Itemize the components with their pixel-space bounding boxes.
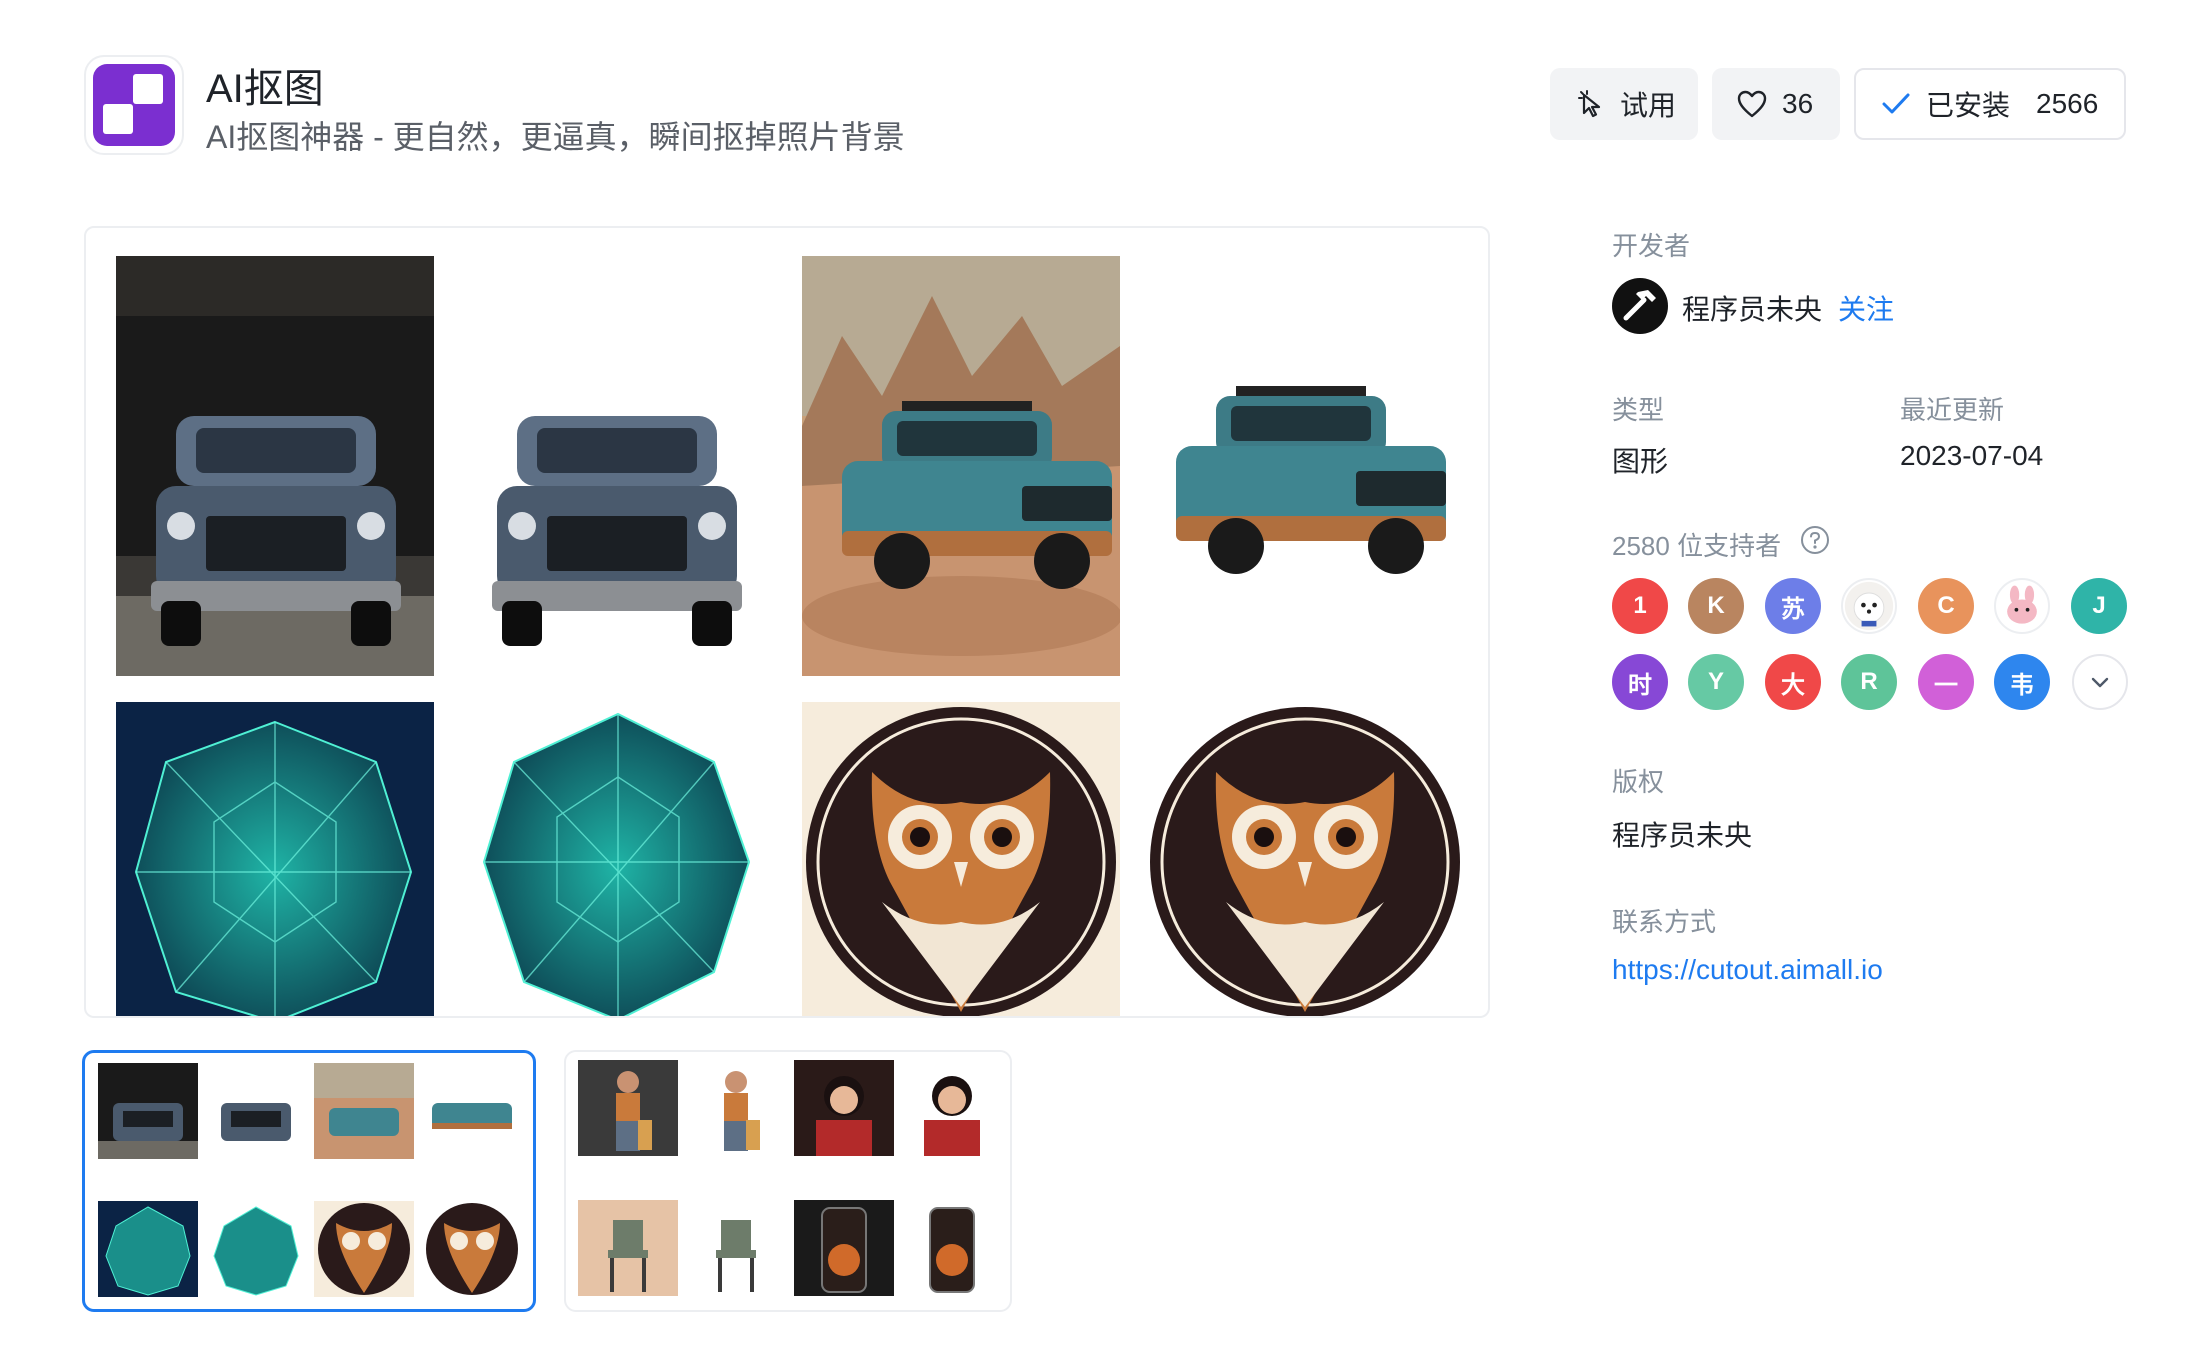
preview-image-crystal-cutout — [459, 702, 777, 1016]
installed-button[interactable]: 已安装 2566 — [1854, 68, 2126, 140]
preview-image-suv-cutout — [459, 256, 777, 676]
thumb-phone-original — [794, 1200, 894, 1296]
app-icon — [84, 55, 184, 155]
updated-label: 最近更新 — [1900, 395, 2005, 425]
follow-button[interactable]: 关注 — [1838, 288, 1894, 328]
installed-label: 已安装 — [1926, 90, 2011, 121]
cutout-app-icon — [93, 64, 175, 146]
thumb-phone-cutout — [902, 1200, 1002, 1296]
copyright-label: 版权 — [1612, 767, 1665, 797]
contact-link[interactable]: https://cutout.aimall.io — [1612, 954, 1883, 986]
preview-gallery — [84, 226, 1490, 1018]
updated-value: 2023-07-04 — [1900, 440, 2044, 471]
like-count: 36 — [1782, 88, 1814, 119]
try-button[interactable]: 试用 — [1550, 68, 1698, 140]
heart-icon — [1737, 90, 1767, 118]
thumb-owl-cutout — [422, 1201, 522, 1297]
contact-label: 联系方式 — [1612, 907, 1717, 937]
supporters-label: 2580 位支持者 — [1612, 531, 1782, 561]
supporter-avatar-dog[interactable] — [1841, 578, 1897, 634]
supporter-avatar[interactable]: 1 — [1612, 578, 1668, 634]
thumb-boy-cutout — [686, 1060, 786, 1156]
rabbit-avatar-icon — [1997, 581, 2047, 631]
supporter-avatar[interactable]: C — [1918, 578, 1974, 634]
preview-image-suv-original — [116, 256, 434, 676]
help-icon[interactable] — [1800, 525, 1830, 555]
thumb-wagon-cutout — [422, 1063, 522, 1159]
supporter-avatar-rabbit[interactable] — [1994, 578, 2050, 634]
supporter-avatar[interactable]: 时 — [1612, 654, 1668, 710]
thumb-chair-original — [578, 1200, 678, 1296]
developer-label: 开发者 — [1612, 231, 1691, 261]
preview-image-owl-cutout — [1146, 702, 1464, 1016]
type-value: 图形 — [1612, 446, 1669, 477]
thumb-chair-cutout — [686, 1200, 786, 1296]
try-label: 试用 — [1620, 90, 1677, 121]
app-subtitle: AI抠图神器 - 更自然，更逼真，瞬间抠掉照片背景 — [206, 119, 905, 155]
preview-image-wagon-original — [802, 256, 1120, 676]
preview-image-wagon-cutout — [1146, 256, 1464, 676]
thumb-suv-cutout — [206, 1063, 306, 1159]
preview-image-crystal-original — [116, 702, 434, 1016]
type-label: 类型 — [1612, 395, 1665, 425]
hammer-icon — [1623, 290, 1656, 321]
dog-avatar-icon — [1844, 581, 1894, 631]
expand-supporters-button[interactable] — [2072, 654, 2128, 710]
developer-name[interactable]: 程序员未央 — [1682, 288, 1822, 328]
thumb-girl-original — [794, 1060, 894, 1156]
supporter-avatar[interactable]: Y — [1688, 654, 1744, 710]
thumb-boy-original — [578, 1060, 678, 1156]
thumb-girl-cutout — [902, 1060, 1002, 1156]
check-icon — [1882, 93, 1910, 114]
thumb-wagon-original — [314, 1063, 414, 1159]
thumb-suv-original — [98, 1063, 198, 1159]
installed-count: 2566 — [2036, 88, 2099, 119]
copyright-value: 程序员未央 — [1612, 820, 1753, 851]
thumb-crystal-cutout — [206, 1201, 306, 1297]
app-title: AI抠图 — [206, 67, 324, 111]
thumb-crystal-original — [98, 1201, 198, 1297]
supporter-avatar[interactable]: 一 — [1918, 654, 1974, 710]
pointer-click-icon — [1578, 90, 1601, 118]
supporter-avatar[interactable]: J — [2071, 578, 2127, 634]
supporter-avatar[interactable]: 韦 — [1994, 654, 2050, 710]
supporter-avatar[interactable]: 苏 — [1765, 578, 1821, 634]
chevron-down-icon — [2091, 677, 2109, 688]
preview-image-owl-original — [802, 702, 1120, 1016]
thumb-owl-original — [314, 1201, 414, 1297]
developer-avatar[interactable] — [1612, 278, 1668, 334]
supporter-avatar[interactable]: K — [1688, 578, 1744, 634]
like-button[interactable]: 36 — [1712, 68, 1840, 140]
supporter-avatar[interactable]: 大 — [1765, 654, 1821, 710]
thumbnail-set-2[interactable] — [564, 1050, 1012, 1312]
supporter-avatar[interactable]: R — [1841, 654, 1897, 710]
thumbnail-set-1[interactable] — [82, 1050, 536, 1312]
